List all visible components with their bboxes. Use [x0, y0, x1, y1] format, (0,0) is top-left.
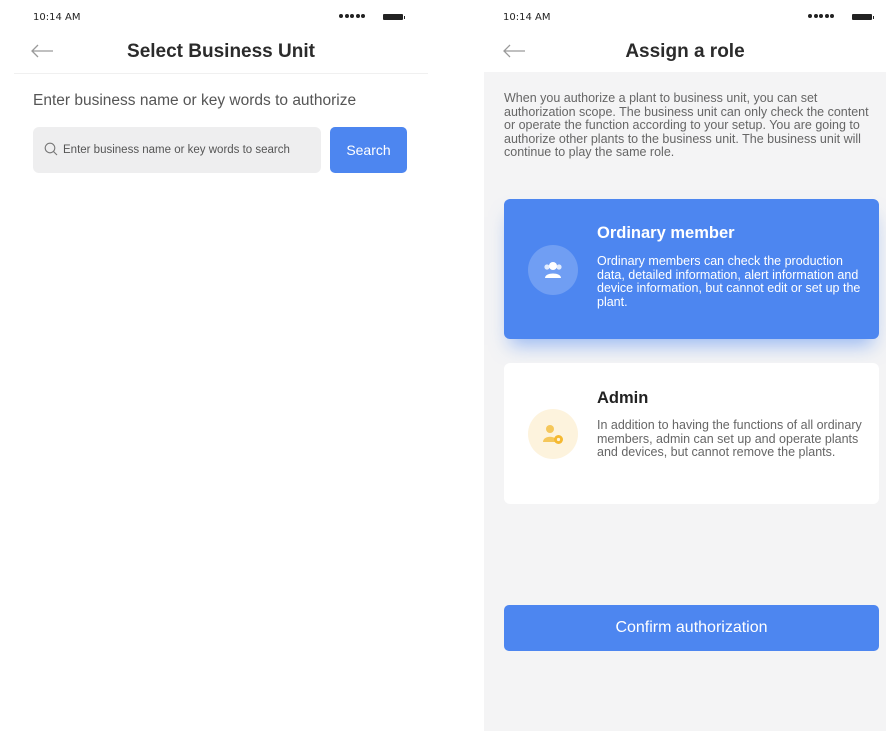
role-card-admin[interactable]: Admin In addition to having the function… — [504, 363, 879, 504]
status-bar: 10:14 AM — [14, 0, 428, 32]
role-text: Ordinary members can check the productio… — [597, 254, 861, 309]
divider — [14, 73, 428, 74]
confirm-authorization-button[interactable]: Confirm authorization — [504, 605, 879, 651]
role-description: When you authorize a plant to business u… — [504, 91, 869, 159]
signal-icon — [339, 14, 365, 18]
status-time: 10:14 AM — [503, 12, 551, 23]
nav-bar: Select Business Unit — [14, 32, 428, 72]
battery-icon — [852, 14, 874, 20]
admin-gear-icon — [528, 409, 578, 459]
role-title: Admin — [597, 389, 649, 407]
role-text: In addition to having the functions of a… — [597, 418, 862, 459]
select-business-unit-screen: 10:14 AM Select Business Unit Enter busi… — [14, 0, 428, 731]
signal-icon — [808, 14, 834, 18]
page-title: Select Business Unit — [127, 41, 315, 62]
search-prompt: Enter business name or key words to auth… — [33, 92, 357, 109]
group-icon — [528, 245, 578, 295]
status-time: 10:14 AM — [33, 12, 81, 23]
search-button[interactable]: Search — [330, 127, 407, 173]
nav-bar: Assign a role — [484, 32, 886, 72]
search-input[interactable] — [63, 127, 313, 173]
search-box[interactable] — [33, 127, 321, 173]
role-title: Ordinary member — [597, 224, 735, 242]
page-title: Assign a role — [625, 41, 745, 62]
role-card-ordinary-member[interactable]: Ordinary member Ordinary members can che… — [504, 199, 879, 339]
battery-icon — [383, 14, 405, 20]
search-icon — [44, 142, 58, 156]
assign-role-screen: 10:14 AM Assign a role When you authoriz… — [484, 0, 886, 731]
status-bar: 10:14 AM — [484, 0, 886, 32]
